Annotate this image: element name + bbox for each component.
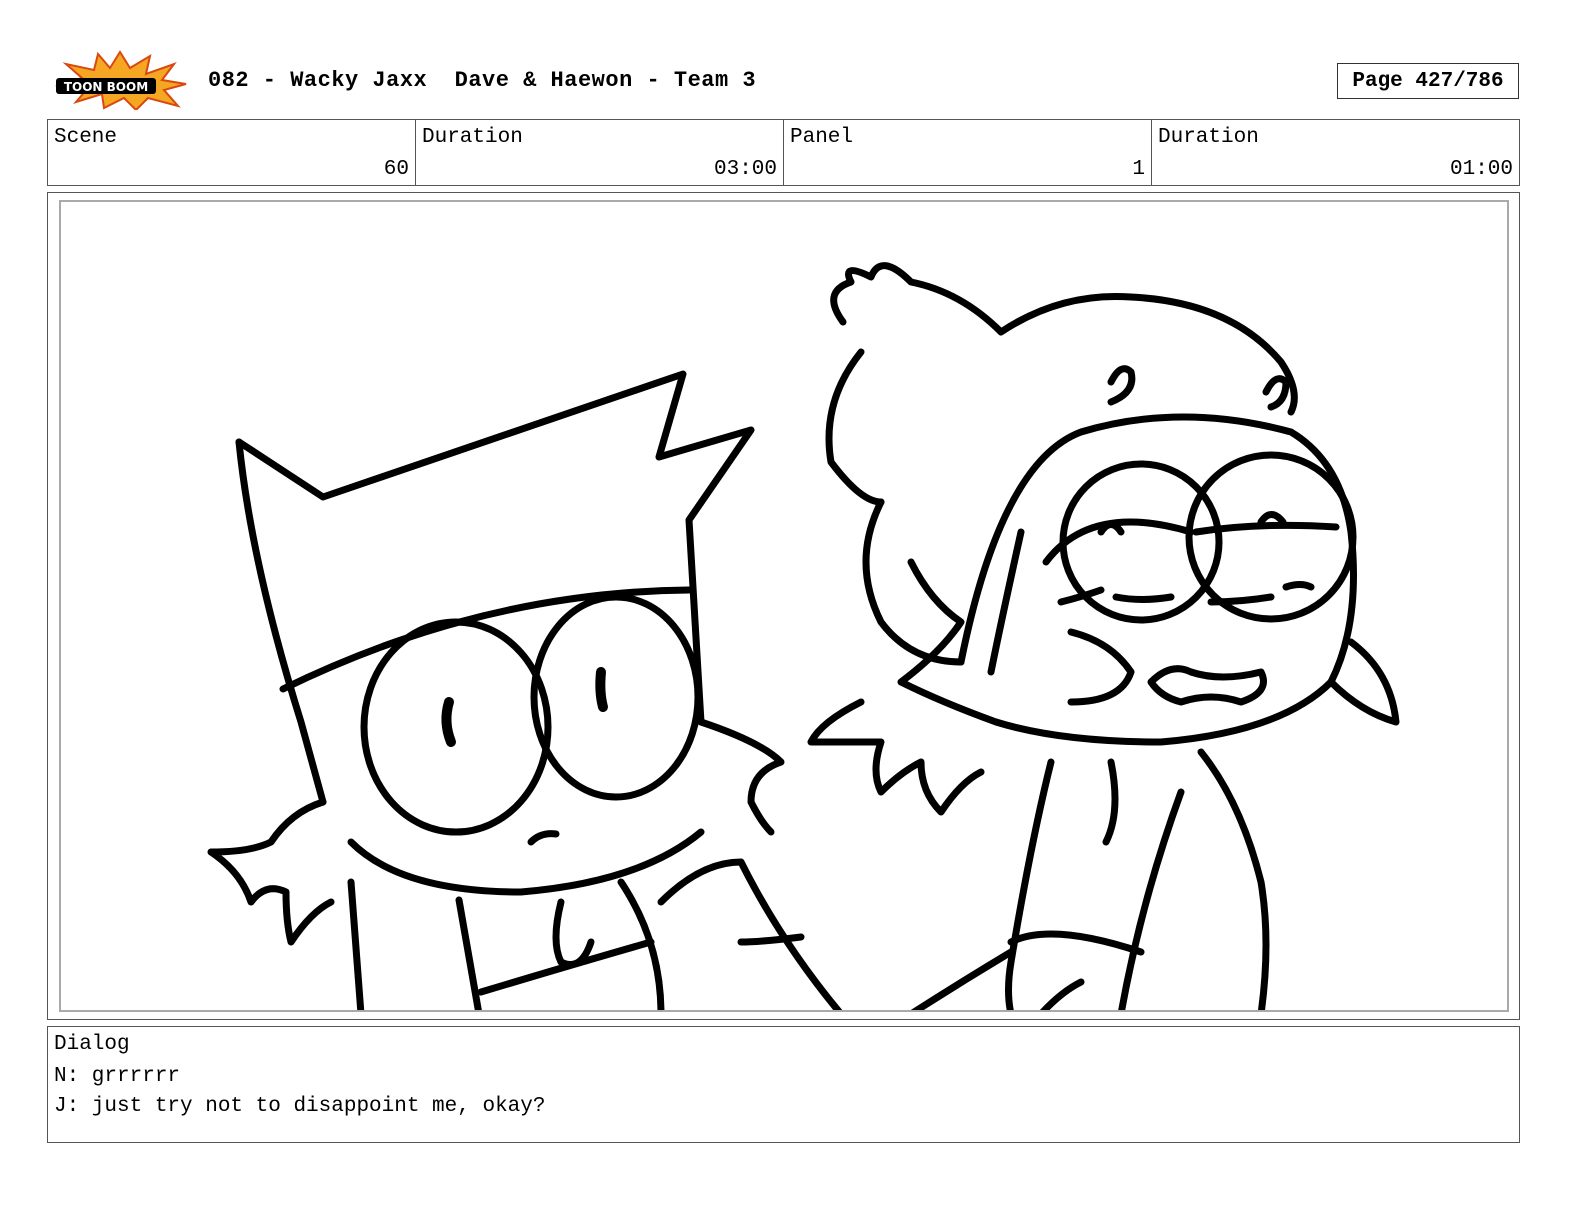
toon-boom-logo: TOON BOOM — [52, 50, 188, 112]
panel-duration-value: 01:00 — [1449, 158, 1513, 181]
panel-info-row: Scene 60 Duration 03:00 Panel 1 Duration… — [47, 119, 1520, 186]
scene-duration-cell: Duration 03:00 — [416, 120, 784, 185]
dialog-line: N: grrrrrr — [54, 1065, 181, 1088]
character-right-sketch — [807, 262, 1400, 1010]
dialog-line: J: just try not to disappoint me, okay? — [54, 1095, 546, 1118]
dialog-box: Dialog N: grrrrrr J: just try not to dis… — [47, 1026, 1520, 1143]
storyboard-title: 082 - Wacky Jaxx Dave & Haewon - Team 3 — [208, 68, 757, 93]
scene-cell: Scene 60 — [48, 120, 416, 185]
panel-label: Panel — [790, 126, 854, 149]
logo-text: TOON BOOM — [64, 80, 148, 94]
scene-value: 60 — [383, 158, 409, 181]
panel-value: 1 — [1132, 158, 1145, 181]
panel-cell: Panel 1 — [784, 120, 1152, 185]
dialog-label: Dialog — [54, 1033, 130, 1056]
panel-duration-cell: Duration 01:00 — [1152, 120, 1519, 185]
scene-duration-label: Duration — [422, 126, 523, 149]
scene-label: Scene — [54, 126, 118, 149]
page-indicator: Page 427/786 — [1337, 63, 1519, 99]
panel-drawing — [59, 200, 1509, 1012]
scene-duration-value: 03:00 — [713, 158, 777, 181]
character-left-sketch — [207, 370, 843, 1010]
panel-duration-label: Duration — [1158, 126, 1259, 149]
